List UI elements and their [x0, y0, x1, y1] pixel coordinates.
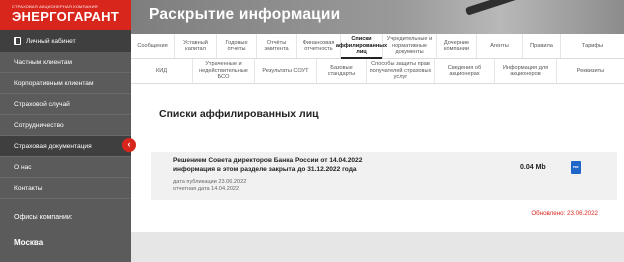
sidebar-item-private-clients[interactable]: Частным клиентам — [0, 52, 131, 73]
sidebar-item-insurance-case[interactable]: Страховой случай — [0, 94, 131, 115]
page-title: Раскрытие информации — [149, 6, 341, 23]
pen-decoration — [464, 0, 554, 16]
sidebar-item-insurance-docs[interactable]: Страховая документация — [0, 136, 131, 157]
header-banner: Раскрытие информации — [131, 0, 624, 34]
tab-kid[interactable]: КИД — [131, 59, 193, 83]
document-title-line-1: Решением Совета директоров Банка России … — [173, 157, 363, 164]
document-card[interactable]: Решением Совета директоров Банка России … — [151, 152, 617, 200]
tab-annual-reports[interactable]: Годовые отчеты — [217, 34, 257, 58]
footer-band — [131, 232, 624, 262]
file-size: 0.04 Mb — [520, 164, 546, 171]
chevron-left-icon: ‹ — [127, 139, 131, 149]
tab-requisites[interactable]: Реквизиты — [557, 59, 624, 83]
tab-subsidiaries[interactable]: Дочерние компании — [437, 34, 477, 58]
tab-issuer-reports[interactable]: Отчёты эмитента — [257, 34, 297, 58]
tab-affiliated-persons[interactable]: Списки аффилированных лиц — [336, 34, 387, 59]
sidebar-item-about[interactable]: О нас — [0, 157, 131, 178]
sidebar: СТРАХОВАЯ АКЦИОНЕРНАЯ КОМПАНИЯ ЭНЕРГОГАР… — [0, 0, 131, 262]
tab-messages[interactable]: Сообщения — [131, 34, 175, 58]
publish-date: дата публикации 23.06.2022 — [173, 179, 247, 185]
tabs-row-secondary: КИД Утраченные и недействительные БСО Ре… — [131, 59, 624, 84]
document-title-line-2: информация в этом разделе закрыта до 31.… — [173, 166, 357, 173]
logo-wordmark: ЭНЕРГОГАРАНТ — [12, 9, 120, 24]
tab-shareholder-info[interactable]: Сведения об акционерах — [435, 59, 495, 83]
login-icon — [14, 37, 21, 45]
city-selector[interactable]: Москва — [14, 238, 43, 247]
tab-charter-capital[interactable]: Уставный капитал — [175, 34, 217, 58]
tab-agents[interactable]: Агенты — [477, 34, 523, 58]
sidebar-menu: Частным клиентам Корпоративным клиентам … — [0, 52, 131, 199]
sidebar-item-contacts[interactable]: Контакты — [0, 178, 131, 199]
sidebar-item-cooperation[interactable]: Сотрудничество — [0, 115, 131, 136]
tab-financial-statements[interactable]: Финансовая отчетность — [297, 34, 341, 58]
section-heading: Списки аффилированных лиц — [159, 108, 319, 120]
document-title[interactable]: Решением Совета директоров Банка России … — [173, 156, 413, 174]
pdf-file-icon[interactable]: PDF — [571, 161, 581, 174]
tab-lost-bso[interactable]: Утраченные и недействительные БСО — [193, 59, 255, 83]
tab-rules[interactable]: Правила — [523, 34, 561, 58]
collapse-sidebar-button[interactable]: ‹ — [122, 138, 136, 152]
tab-tariffs[interactable]: Тарифы — [561, 34, 624, 58]
updated-date: Обновлено: 23.06.2022 — [531, 210, 598, 217]
tab-basic-standards[interactable]: Базовые стандарты — [317, 59, 367, 83]
offices-label: Офисы компании: — [14, 214, 73, 221]
tab-rights-protection[interactable]: Способы защиты прав получателей страховы… — [367, 59, 435, 83]
sidebar-item-corporate-clients[interactable]: Корпоративным клиентам — [0, 73, 131, 94]
personal-cabinet-link[interactable]: Личный кабинет — [0, 30, 131, 52]
report-date: отчетная дата 14.04.2022 — [173, 185, 240, 192]
logo-tagline: СТРАХОВАЯ АКЦИОНЕРНАЯ КОМПАНИЯ — [12, 4, 98, 9]
tab-info-for-shareholders[interactable]: Информация для акционеров — [495, 59, 557, 83]
tab-sout-results[interactable]: Результаты СОУТ — [255, 59, 317, 83]
tabs-row-primary: Сообщения Уставный капитал Годовые отчет… — [131, 34, 624, 59]
personal-cabinet-label: Личный кабинет — [26, 37, 76, 45]
document-meta: дата публикации 23.06.2022 отчетная дата… — [173, 179, 246, 192]
main-content: Списки аффилированных лиц Решением Совет… — [131, 84, 624, 232]
logo[interactable]: СТРАХОВАЯ АКЦИОНЕРНАЯ КОМПАНИЯ ЭНЕРГОГАР… — [0, 0, 131, 30]
tab-constituent-documents[interactable]: Учредительные и нормативные документы — [383, 34, 437, 58]
